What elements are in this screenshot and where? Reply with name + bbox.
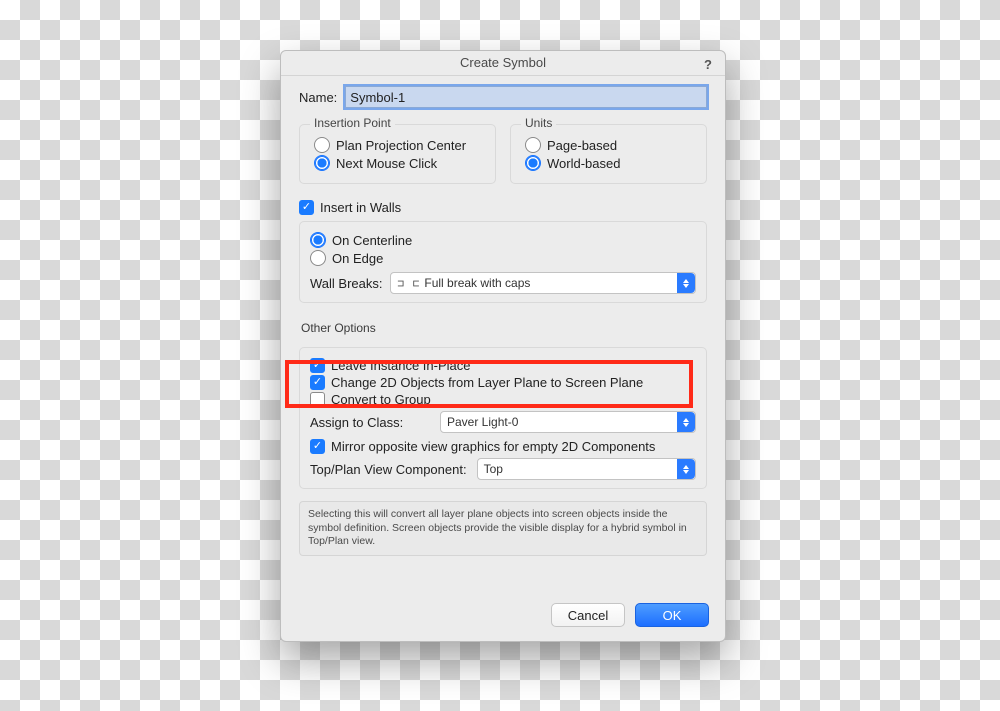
wall-breaks-select[interactable]: ⊐ ⊏ Full break with caps [390, 272, 696, 294]
top-plan-label: Top/Plan View Component: [310, 462, 467, 477]
create-symbol-dialog: Create Symbol ? Name: Insertion Point Pl… [280, 50, 726, 642]
radio-on-centerline[interactable] [310, 232, 326, 248]
insertion-point-legend: Insertion Point [310, 116, 395, 130]
checkbox-change-2d[interactable] [310, 375, 325, 390]
name-row: Name: [299, 86, 707, 108]
units-group: Units Page-based World-based [510, 124, 707, 184]
radio-page-based-label: Page-based [547, 138, 617, 153]
chevron-updown-icon [677, 273, 695, 293]
dialog-button-row: Cancel OK [281, 591, 725, 641]
checkbox-convert-group[interactable] [310, 392, 325, 407]
radio-plan-projection-label: Plan Projection Center [336, 138, 466, 153]
checkbox-mirror-label: Mirror opposite view graphics for empty … [331, 439, 655, 454]
radio-on-centerline-label: On Centerline [332, 233, 412, 248]
symbol-name-input[interactable] [345, 86, 707, 108]
wall-breaks-label: Wall Breaks: [310, 276, 382, 291]
wall-breaks-icon: ⊐ ⊏ [397, 277, 420, 290]
chevron-updown-icon [677, 412, 695, 432]
other-options-label: Other Options [301, 321, 707, 335]
ok-button[interactable]: OK [635, 603, 709, 627]
dialog-content: Name: Insertion Point Plan Projection Ce… [281, 76, 725, 591]
dialog-title: Create Symbol [460, 55, 546, 70]
top-plan-value: Top [484, 462, 503, 476]
radio-on-edge-label: On Edge [332, 251, 383, 266]
checkbox-insert-in-walls[interactable] [299, 200, 314, 215]
dialog-titlebar: Create Symbol ? [281, 51, 725, 76]
checkbox-leave-instance[interactable] [310, 358, 325, 373]
hint-text: Selecting this will convert all layer pl… [299, 501, 707, 556]
wall-breaks-value: Full break with caps [424, 276, 530, 290]
insertion-point-group: Insertion Point Plan Projection Center N… [299, 124, 496, 184]
cancel-button[interactable]: Cancel [551, 603, 625, 627]
assign-class-value: Paver Light-0 [447, 415, 518, 429]
checkbox-change-2d-label: Change 2D Objects from Layer Plane to Sc… [331, 375, 643, 390]
name-label: Name: [299, 90, 337, 105]
radio-world-based-label: World-based [547, 156, 620, 171]
radio-world-based[interactable] [525, 155, 541, 171]
checkbox-leave-instance-label: Leave Instance In-Place [331, 358, 470, 373]
checkbox-convert-group-label: Convert to Group [331, 392, 431, 407]
assign-class-select[interactable]: Paver Light-0 [440, 411, 696, 433]
insert-walls-inner: On Centerline On Edge Wall Breaks: ⊐ ⊏ F… [299, 221, 707, 303]
background-checker: Create Symbol ? Name: Insertion Point Pl… [0, 0, 1000, 711]
radio-page-based[interactable] [525, 137, 541, 153]
top-plan-select[interactable]: Top [477, 458, 696, 480]
help-icon[interactable]: ? [699, 53, 717, 71]
radio-on-edge[interactable] [310, 250, 326, 266]
checkbox-insert-in-walls-label: Insert in Walls [320, 200, 401, 215]
radio-next-mouse-click[interactable] [314, 155, 330, 171]
assign-class-label: Assign to Class: [310, 415, 430, 430]
units-legend: Units [521, 116, 556, 130]
chevron-updown-icon [677, 459, 695, 479]
other-options-group: Leave Instance In-Place Change 2D Object… [299, 347, 707, 489]
radio-plan-projection[interactable] [314, 137, 330, 153]
checkbox-mirror[interactable] [310, 439, 325, 454]
radio-next-mouse-click-label: Next Mouse Click [336, 156, 437, 171]
